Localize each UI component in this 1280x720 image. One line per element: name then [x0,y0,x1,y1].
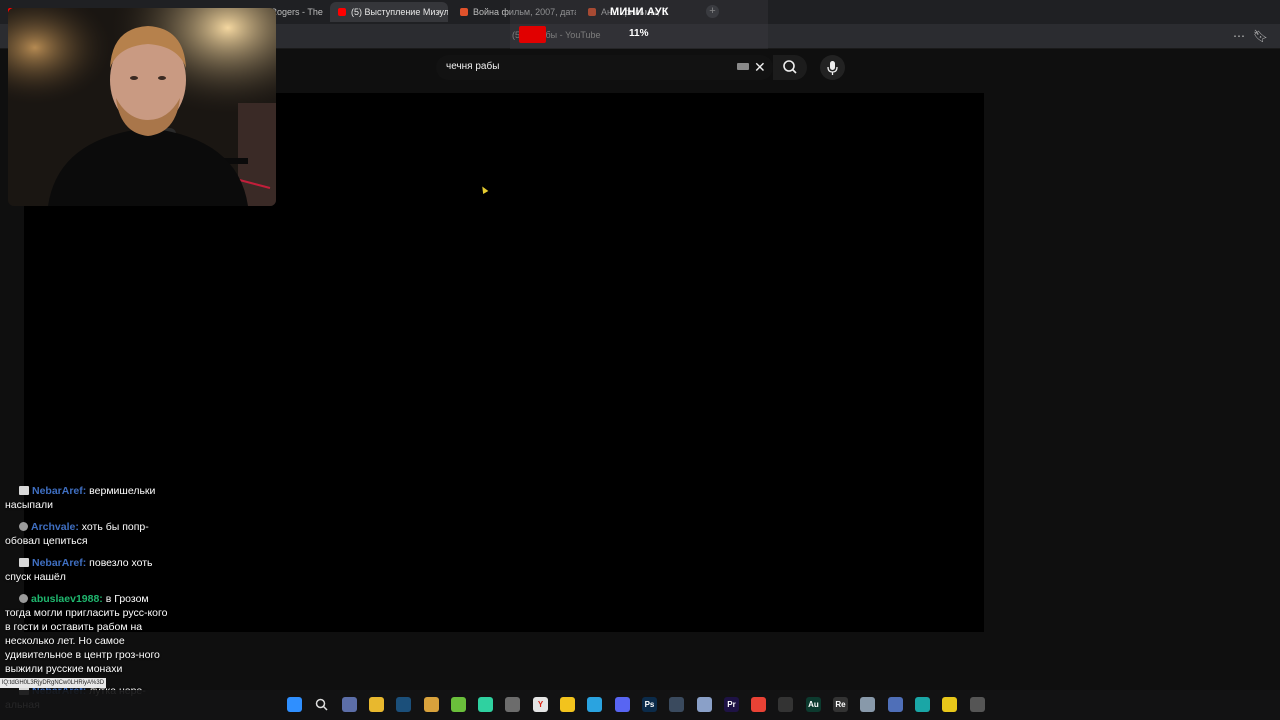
steam-icon[interactable] [396,697,411,712]
app-swirl-icon[interactable] [915,697,930,712]
chat-message: NebarAref: повезло хоть спуск нашёл [5,556,175,584]
search-icon [783,60,797,74]
chat-username: Archvale: [31,521,79,533]
store-icon[interactable] [424,697,439,712]
tab-favicon-icon [338,8,346,16]
auction-leader-badge [519,26,546,43]
voice-search-button[interactable] [820,55,845,80]
chrome-icon[interactable] [751,697,766,712]
reaper-icon[interactable]: Re [833,697,848,712]
keyboard-icon[interactable] [737,63,749,70]
clear-search-icon[interactable]: ✕ [754,58,766,76]
folder-icon[interactable] [369,697,384,712]
app-moon-icon[interactable] [778,697,793,712]
menu-dots-icon[interactable]: ⋯ [1233,29,1245,43]
chat-badge-icon [19,594,28,603]
app-image-icon[interactable] [860,697,875,712]
chat-username: NebarAref: [32,557,87,569]
app-green-icon[interactable] [451,697,466,712]
app-teal-icon[interactable] [478,697,493,712]
auction-percent: 11% [629,28,649,39]
sticky-notes-icon[interactable] [560,697,575,712]
premiere-icon[interactable]: Pr [724,697,739,712]
search-icon[interactable] [314,697,329,712]
settings-icon[interactable] [342,697,357,712]
webcam-feed [8,8,276,206]
chat-message: abuslaev1988: в Грозом тогда могли пригл… [5,592,175,676]
tab-label: (5) Выступление Мизул [351,7,448,17]
chat-message: Archvale: хоть бы попр-обовал цепиться [5,520,175,548]
tab-favicon-icon [460,8,468,16]
search-button[interactable] [773,55,807,80]
chat-text: в Грозом тогда могли пригласить русс-ког… [5,593,168,675]
url-strip: lQ:tdGH0L3RjyDRgNCw0LHRiyA%3D [0,678,107,688]
app-doc-icon[interactable] [505,697,520,712]
discord-icon[interactable] [615,697,630,712]
windows-start-icon[interactable] [287,697,302,712]
photoshop-icon[interactable]: Ps [642,697,657,712]
microphone-icon [827,61,838,75]
auction-title: МИНИ АУК [610,6,669,18]
telegram-icon[interactable] [587,697,602,712]
chat-message: NebarAref: вермишельки насыпали [5,484,175,512]
app-globe-icon[interactable] [888,697,903,712]
browser-tab[interactable]: (5) Выступление Мизул × [330,2,448,22]
app-notify-icon[interactable] [970,697,985,712]
app-circle-icon[interactable] [697,697,712,712]
tab-close-icon[interactable]: × [437,2,442,22]
audition-icon[interactable]: Au [806,697,821,712]
chat-badge-icon [19,486,29,495]
chat-badge-icon [19,522,28,531]
chat-username: NebarAref: [32,485,87,497]
windows-taskbar [0,690,1280,720]
davinci-icon[interactable] [669,697,684,712]
streamer-image [8,8,276,206]
chat-badge-icon [19,558,29,567]
bookmark-icon[interactable]: 🔖︎ [1253,29,1268,43]
yandex-browser-icon[interactable]: Y [533,697,548,712]
search-input[interactable]: чечня рабы [446,61,499,72]
app-yellow-icon[interactable] [942,697,957,712]
chat-username: abuslaev1988: [31,593,103,605]
